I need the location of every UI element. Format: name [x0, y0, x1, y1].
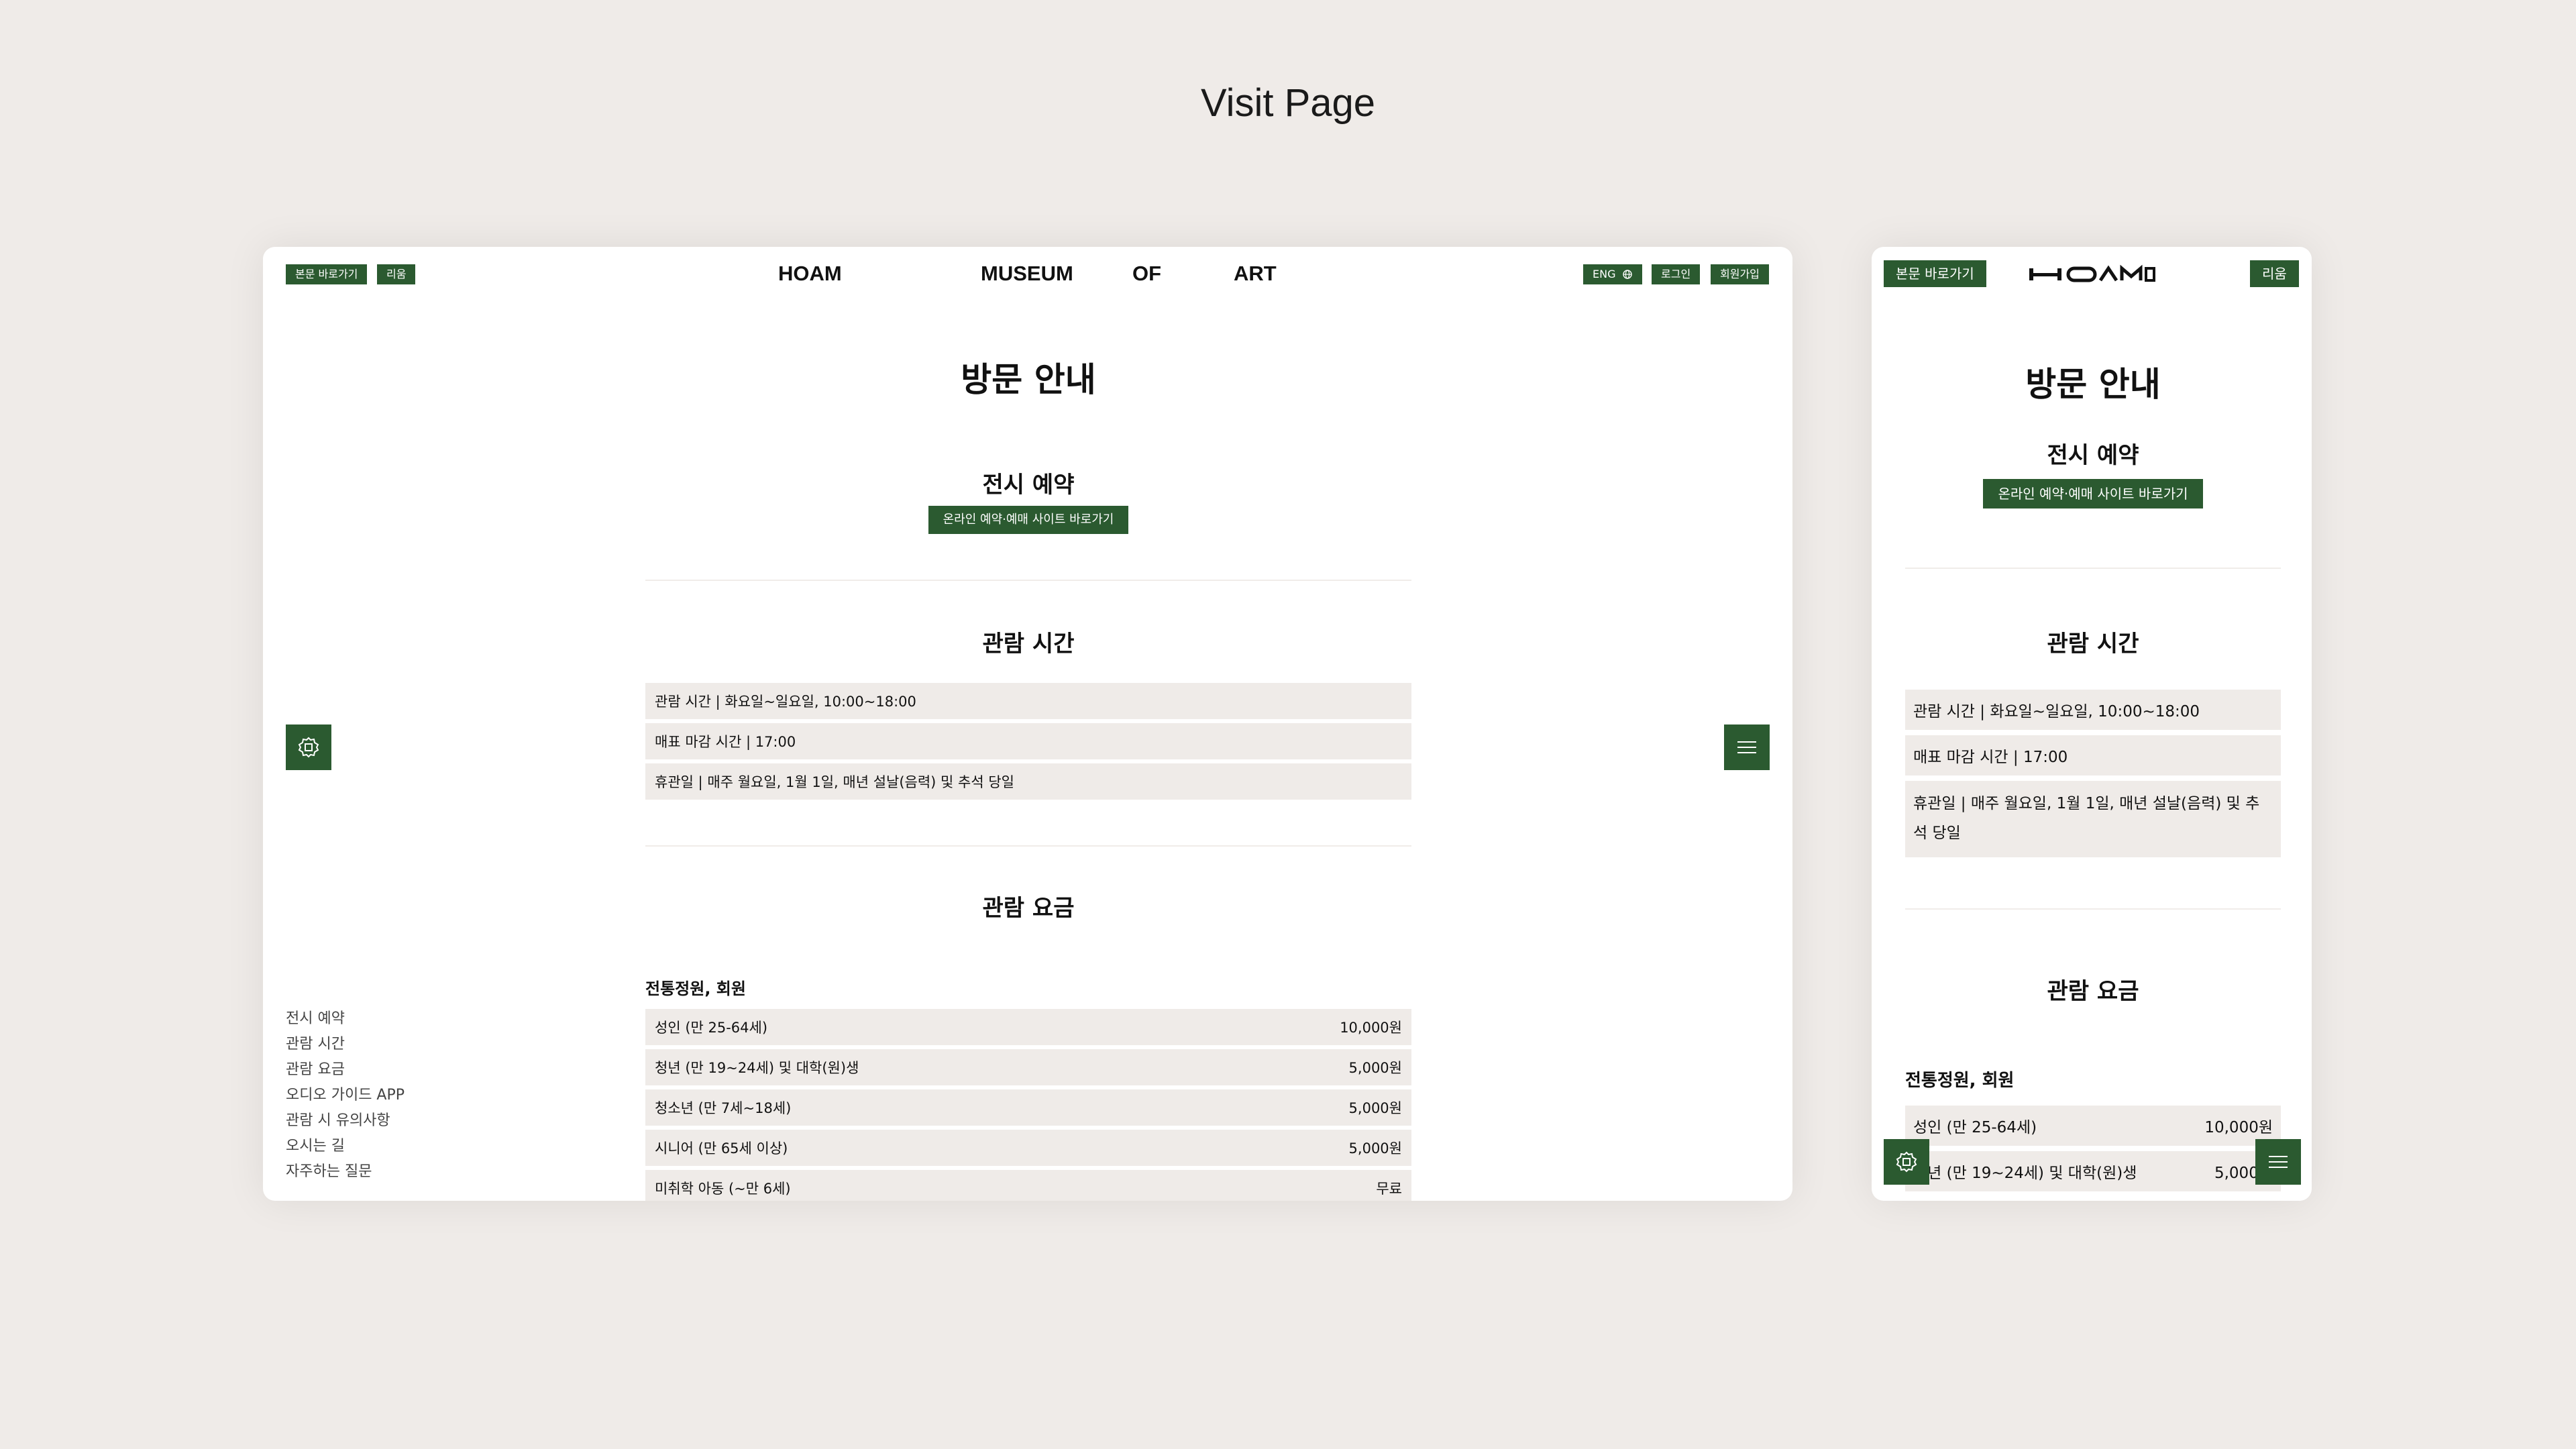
hamburger-icon [1737, 741, 1756, 753]
side-nav-item[interactable]: 오디오 가이드 APP [286, 1083, 405, 1108]
fee-row: 시니어 (만 65세 이상) 5,000원 [645, 1130, 1411, 1166]
main-content: 방문 안내 전시 예약 온라인 예약·예매 사이트 바로가기 관람 시간 관람 … [1905, 247, 2281, 1201]
signup-button[interactable]: 회원가입 [1711, 264, 1769, 284]
fee-price: 10,000원 [2204, 1119, 2273, 1136]
fees-group-label: 전통정원, 회원 [1905, 1071, 2015, 1091]
hours-row: 매표 마감 시간 | 17:00 [645, 723, 1411, 759]
page-title: Visit Page [1200, 81, 1376, 125]
language-button[interactable]: ENG [1583, 264, 1642, 284]
hours-row: 휴관일 | 매주 월요일, 1월 1일, 매년 설날(음력) 및 추석 당일 [1905, 781, 2281, 857]
language-label: ENG [1593, 268, 1616, 280]
online-reservation-button[interactable]: 온라인 예약·예매 사이트 바로가기 [1983, 479, 2203, 508]
divider [1905, 908, 2281, 910]
fee-price: 5,000원 [1348, 1060, 1402, 1076]
login-button[interactable]: 로그인 [1652, 264, 1701, 284]
desktop-preview: 본문 바로가기 리움 HOAM MUSEUM OF ART ENG 로그인 회원… [263, 247, 1792, 1201]
gear-icon [298, 737, 319, 758]
fee-label: 성인 (만 25-64세) [1913, 1119, 2037, 1136]
fee-label: 성인 (만 25-64세) [655, 1020, 768, 1036]
fee-label: 시니어 (만 65세 이상) [655, 1140, 788, 1157]
hours-heading: 관람 시간 [982, 631, 1075, 657]
divider [645, 845, 1411, 847]
hours-row: 관람 시간 | 화요일~일요일, 10:00~18:00 [1905, 690, 2281, 730]
main-title: 방문 안내 [961, 360, 1096, 399]
gear-icon [1896, 1151, 1917, 1173]
globe-icon [1622, 270, 1632, 279]
side-nav-item[interactable]: 오시는 길 [286, 1134, 405, 1159]
fee-label: 청소년 (만 7세~18세) [655, 1100, 792, 1116]
online-reservation-button[interactable]: 온라인 예약·예매 사이트 바로가기 [928, 506, 1129, 534]
fee-label: 청년 (만 19~24세) 및 대학(원)생 [655, 1060, 859, 1076]
divider [1905, 568, 2281, 569]
menu-button[interactable] [1724, 724, 1770, 770]
side-nav-item[interactable]: 관람 요금 [286, 1057, 405, 1083]
divider [645, 580, 1411, 581]
fee-label: 미취학 아동 (~만 6세) [655, 1181, 791, 1197]
fee-row: 성인 (만 25-64세) 10,000원 [645, 1009, 1411, 1045]
fee-row: 청년 (만 19~24세) 및 대학(원)생 5,000원 [1905, 1151, 2281, 1191]
side-nav-item[interactable]: 관람 시간 [286, 1032, 405, 1057]
hours-row: 매표 마감 시간 | 17:00 [1905, 735, 2281, 775]
fees-heading: 관람 요금 [2047, 978, 2139, 1005]
fee-price: 무료 [1376, 1181, 1402, 1197]
fees-heading: 관람 요금 [982, 895, 1075, 922]
main-content: 방문 안내 전시 예약 온라인 예약·예매 사이트 바로가기 관람 시간 관람 … [645, 247, 1411, 1201]
hours-heading: 관람 시간 [2047, 631, 2139, 657]
reservation-heading: 전시 예약 [2047, 442, 2139, 469]
settings-button[interactable] [286, 724, 331, 770]
fee-row: 미취학 아동 (~만 6세) 무료 [645, 1170, 1411, 1201]
side-nav-item[interactable]: 전시 예약 [286, 1006, 405, 1032]
settings-button[interactable] [1884, 1139, 1929, 1185]
hours-row: 관람 시간 | 화요일~일요일, 10:00~18:00 [645, 683, 1411, 719]
fee-price: 5,000원 [1348, 1100, 1402, 1116]
fee-price: 10,000원 [1340, 1020, 1402, 1036]
fees-group-label: 전통정원, 회원 [645, 979, 746, 998]
hours-row: 휴관일 | 매주 월요일, 1월 1일, 매년 설날(음력) 및 추석 당일 [645, 763, 1411, 800]
fee-price: 5,000원 [1348, 1140, 1402, 1157]
mobile-preview: 본문 바로가기 리움 방문 안내 전시 예약 온라인 예약·예매 사이트 바로가… [1872, 247, 2312, 1201]
menu-button[interactable] [2255, 1139, 2301, 1185]
side-nav-item[interactable]: 관람 시 유의사항 [286, 1108, 405, 1134]
fee-row: 청년 (만 19~24세) 및 대학(원)생 5,000원 [645, 1049, 1411, 1085]
fee-row: 청소년 (만 7세~18세) 5,000원 [645, 1089, 1411, 1126]
reservation-heading: 전시 예약 [982, 472, 1075, 498]
fee-label: 청년 (만 19~24세) 및 대학(원)생 [1913, 1165, 2137, 1182]
side-nav-item[interactable]: 자주하는 질문 [286, 1159, 405, 1185]
hamburger-icon [2269, 1156, 2288, 1168]
main-title: 방문 안내 [2025, 365, 2161, 404]
side-navigation: 전시 예약 관람 시간 관람 요금 오디오 가이드 APP 관람 시 유의사항 … [286, 1006, 405, 1185]
fee-row: 성인 (만 25-64세) 10,000원 [1905, 1106, 2281, 1146]
